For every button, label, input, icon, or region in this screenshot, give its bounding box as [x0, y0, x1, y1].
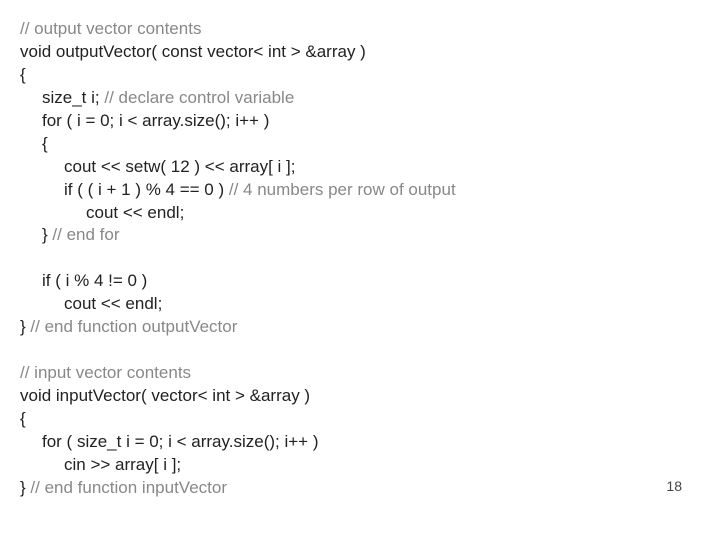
comment-inline: // end function outputVector — [30, 317, 237, 336]
code-line: size_t i; — [42, 88, 104, 107]
page-number: 18 — [666, 478, 682, 494]
code-line: cout << endl; — [86, 203, 184, 222]
code-line: { — [42, 134, 48, 153]
code-line: cout << setw( 12 ) << array[ i ]; — [64, 157, 296, 176]
code-line: void inputVector( vector< int > &array ) — [20, 386, 310, 405]
code-line: } — [20, 317, 30, 336]
comment-line: // input vector contents — [20, 363, 191, 382]
comment-inline: // end for — [52, 225, 119, 244]
code-line: if ( ( i + 1 ) % 4 == 0 ) — [64, 180, 229, 199]
code-line: for ( size_t i = 0; i < array.size(); i+… — [42, 432, 319, 451]
comment-inline: // 4 numbers per row of output — [229, 180, 456, 199]
code-line: { — [20, 65, 26, 84]
code-line: void outputVector( const vector< int > &… — [20, 42, 366, 61]
comment-inline: // declare control variable — [104, 88, 294, 107]
code-line: cout << endl; — [64, 294, 162, 313]
code-line: for ( i = 0; i < array.size(); i++ ) — [42, 111, 269, 130]
comment-inline: // end function inputVector — [30, 478, 227, 497]
comment-line: // output vector contents — [20, 19, 201, 38]
code-line: } — [20, 478, 30, 497]
code-line: cin >> array[ i ]; — [64, 455, 181, 474]
code-line: if ( i % 4 != 0 ) — [42, 271, 147, 290]
code-line: { — [20, 409, 26, 428]
code-block: // output vector contents void outputVec… — [20, 18, 456, 500]
code-line: } — [42, 225, 52, 244]
